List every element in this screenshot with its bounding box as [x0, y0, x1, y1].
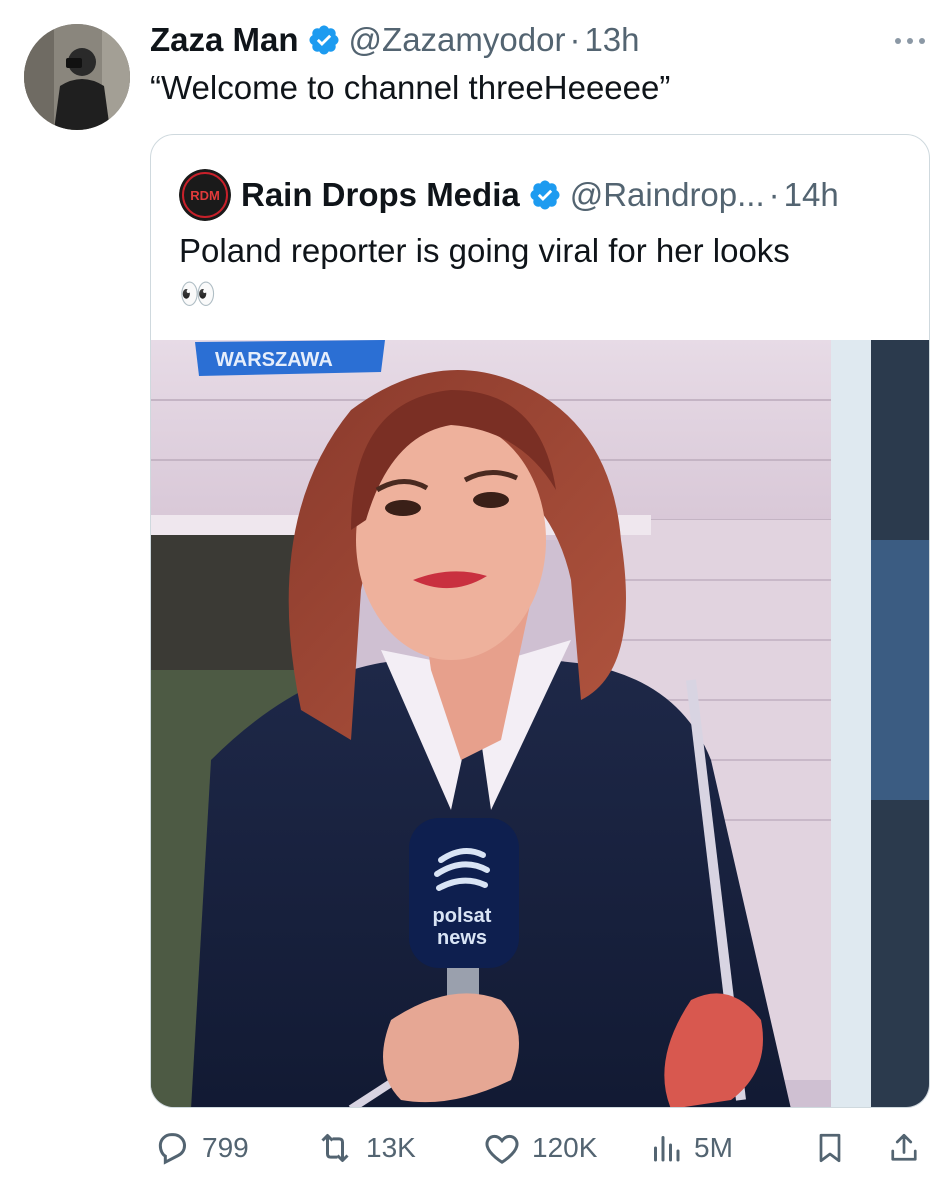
share-button[interactable]	[886, 1128, 932, 1168]
repost-count: 13K	[366, 1132, 416, 1163]
location-tag-text: WARSZAWA	[215, 349, 333, 371]
mic-brand-line1: polsat	[433, 905, 492, 927]
heart-icon	[485, 1134, 519, 1164]
quoted-author-avatar[interactable]: RDM	[179, 169, 231, 221]
author-avatar[interactable]	[24, 24, 130, 130]
post-time[interactable]: 13h	[584, 18, 639, 62]
reply-button[interactable]: 799	[152, 1128, 249, 1168]
verified-badge-icon	[309, 25, 339, 55]
more-dots-icon	[895, 38, 925, 44]
quoted-time-separator: ·	[768, 176, 780, 213]
quoted-media-image[interactable]: WARSZAWA polsat news	[151, 340, 930, 1108]
reply-icon	[158, 1133, 187, 1165]
time-separator: ·	[569, 21, 581, 58]
views-chart-icon	[654, 1136, 680, 1162]
post-header: Zaza Man @Zazamyodor · 13h	[150, 18, 640, 62]
quoted-verified-badge-icon	[530, 180, 560, 210]
quoted-text-line1: Poland reporter is going viral for her l…	[179, 232, 790, 269]
quoted-avatar-text: RDM	[190, 188, 220, 203]
quoted-post-time[interactable]: 14h	[784, 173, 839, 217]
like-button[interactable]: 120K	[482, 1128, 597, 1168]
action-bar: 799 13K 120K 5M	[0, 1128, 952, 1172]
mic-brand-line2: news	[437, 927, 487, 949]
avatar-image	[24, 24, 130, 130]
repost-icon	[321, 1134, 349, 1162]
like-count: 120K	[532, 1132, 598, 1163]
quoted-author-handle[interactable]: @Raindrop...	[570, 173, 765, 217]
share-icon	[891, 1133, 917, 1161]
author-handle[interactable]: @Zazamyodor	[349, 18, 566, 62]
reply-count: 799	[202, 1132, 249, 1163]
more-options-button[interactable]	[892, 34, 928, 52]
repost-button[interactable]: 13K	[314, 1128, 416, 1168]
quoted-author-name[interactable]: Rain Drops Media	[241, 173, 520, 217]
quoted-text-line2: 👀	[179, 278, 217, 311]
views-count: 5M	[694, 1132, 733, 1163]
author-name[interactable]: Zaza Man	[150, 18, 299, 62]
bookmark-button[interactable]	[812, 1128, 858, 1168]
quoted-post-card[interactable]: RDM Rain Drops Media @Raindrop... · 14h …	[150, 134, 930, 1108]
post-text: “Welcome to channel threeHeeeee”	[150, 69, 671, 106]
views-button[interactable]: 5M	[648, 1128, 733, 1168]
quoted-post-header: RDM Rain Drops Media @Raindrop... · 14h	[179, 169, 839, 221]
quoted-post-text: Poland reporter is going viral for her l…	[179, 229, 790, 317]
bookmark-icon	[819, 1133, 841, 1163]
